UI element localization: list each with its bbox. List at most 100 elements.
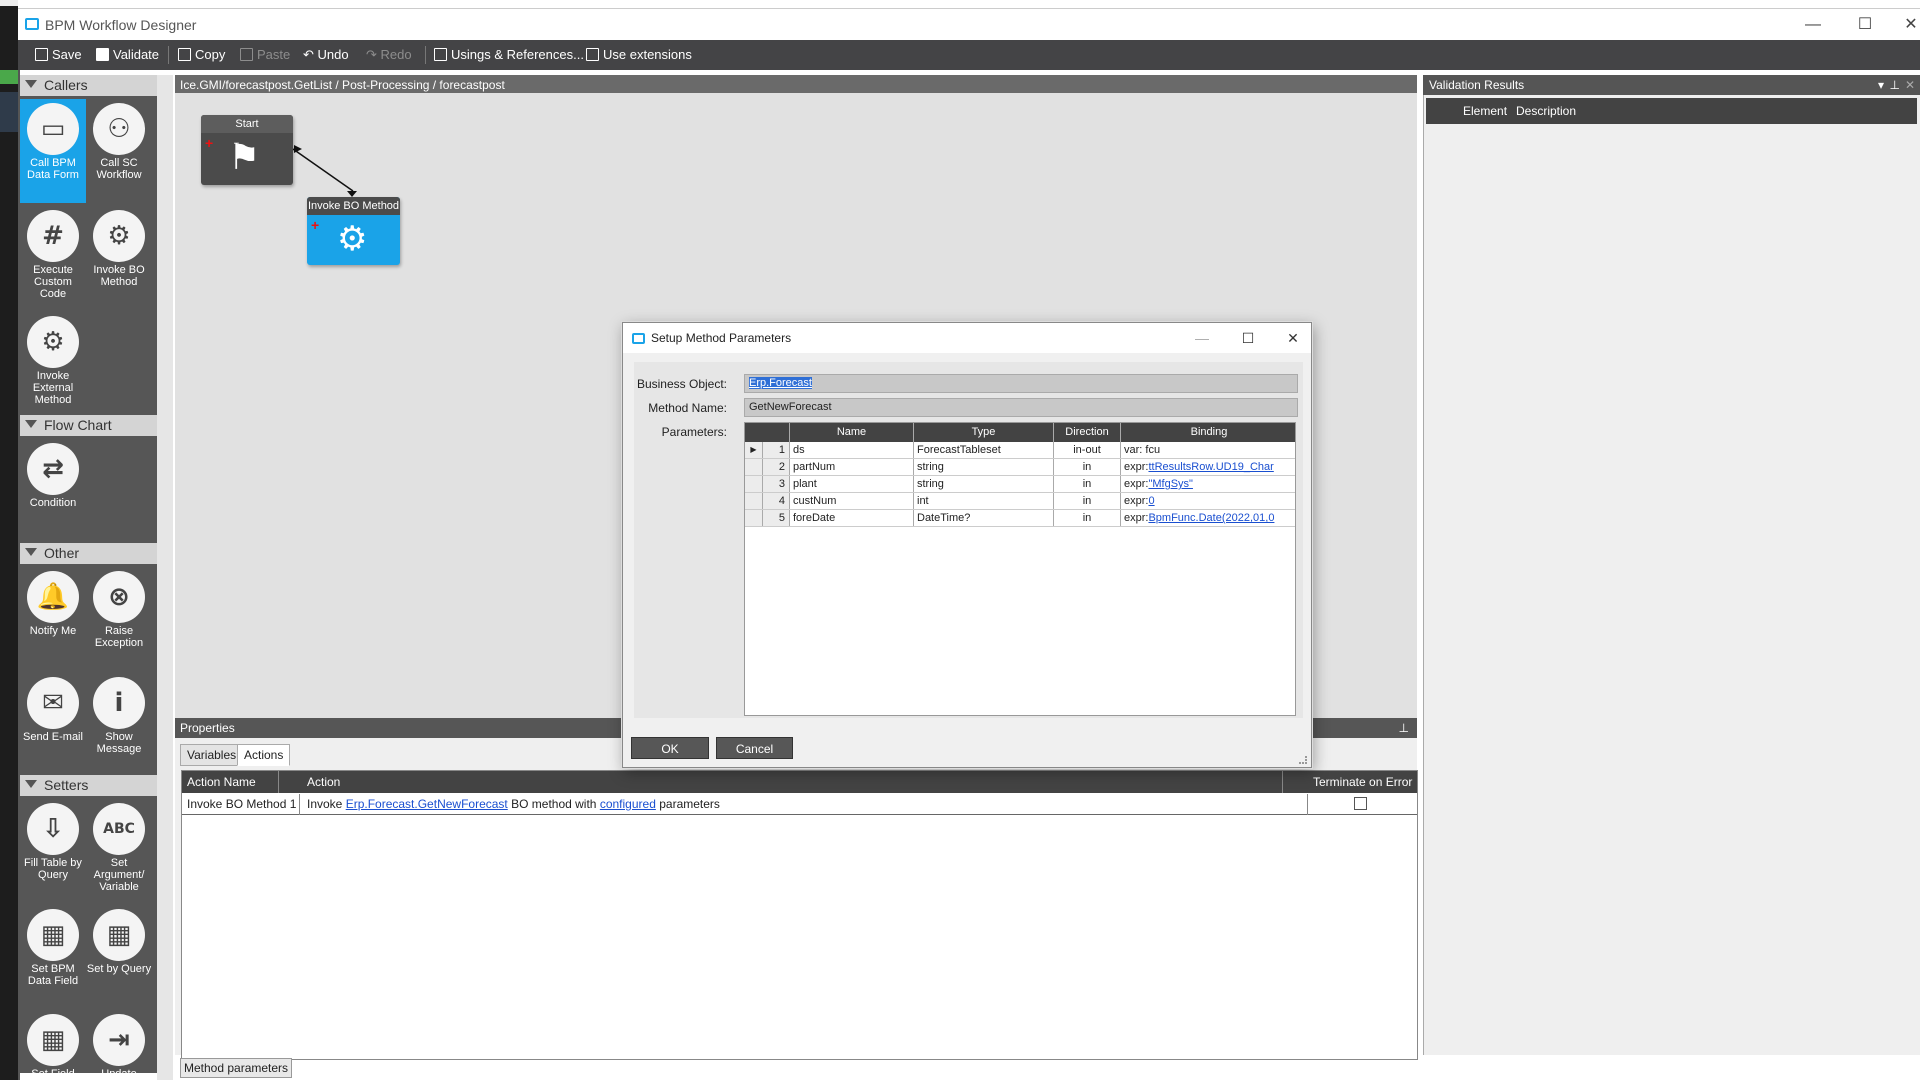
close-icon[interactable]: ✕ xyxy=(1905,75,1915,95)
column-element[interactable]: Element xyxy=(1463,98,1507,124)
dropdown-icon[interactable]: ▾ xyxy=(1878,75,1884,95)
tool-invoke-external-method[interactable]: ⚙ Invoke External Method xyxy=(20,312,86,406)
business-object-field[interactable]: Erp.Forecast xyxy=(744,374,1298,393)
param-name: ds xyxy=(790,442,914,458)
dialog-minimize-button[interactable]: — xyxy=(1191,328,1213,348)
param-binding[interactable]: var: fcu xyxy=(1121,442,1297,458)
close-button[interactable]: ✕ xyxy=(1896,15,1920,35)
resize-grip-icon[interactable] xyxy=(1299,756,1307,764)
validate-button[interactable]: Validate xyxy=(96,47,159,62)
tool-send-email[interactable]: ✉ Send E-mail xyxy=(20,673,86,743)
param-binding[interactable]: expr:BpmFunc.Date(2022,01,0 xyxy=(1121,510,1297,526)
column-divider xyxy=(1282,771,1283,793)
save-button[interactable]: Save xyxy=(35,47,82,62)
category-callers[interactable]: Callers xyxy=(20,75,157,96)
minimize-button[interactable]: — xyxy=(1798,15,1828,35)
param-binding[interactable]: expr:ttResultsRow.UD19_Char xyxy=(1121,459,1297,475)
row-selector[interactable] xyxy=(745,510,763,526)
pin-icon[interactable]: ⊥ xyxy=(1399,718,1409,738)
redo-button[interactable]: ↷ Redo xyxy=(366,47,412,63)
binding-link[interactable]: 0 xyxy=(1148,495,1154,507)
cancel-button[interactable]: Cancel xyxy=(716,737,793,759)
use-extensions-button[interactable]: Use extensions xyxy=(586,47,692,62)
method-link[interactable]: Erp.Forecast.GetNewForecast xyxy=(346,797,508,811)
tool-show-message[interactable]: i Show Message xyxy=(86,673,152,755)
tool-set-bpm-data-field[interactable]: ▦ Set BPM Data Field xyxy=(20,905,86,987)
row-selector[interactable] xyxy=(745,459,763,475)
row-selector[interactable] xyxy=(745,493,763,509)
tool-update[interactable]: ⇥ Update xyxy=(86,1010,152,1080)
column-action[interactable]: Action xyxy=(307,771,340,793)
column-name[interactable]: Name xyxy=(790,423,914,442)
tool-call-bpm-data-form[interactable]: ▭ Call BPM Data Form xyxy=(20,99,86,203)
column-direction[interactable]: Direction xyxy=(1054,423,1121,442)
column-terminate-on-error[interactable]: Terminate on Error xyxy=(1313,771,1412,793)
param-row[interactable]: 2 partNum string in expr:ttResultsRow.UD19_C… xyxy=(745,459,1295,476)
binding-prefix: expr: xyxy=(1124,495,1149,507)
chevron-down-icon xyxy=(25,80,37,88)
method-parameters-tab[interactable]: Method parameters xyxy=(180,1058,292,1078)
tool-call-sc-workflow[interactable]: ⚇ Call SC Workflow xyxy=(86,99,152,181)
category-other-label: Other xyxy=(44,545,80,561)
maximize-button[interactable]: ☐ xyxy=(1850,15,1880,35)
param-row[interactable]: 3 plant string in expr:"MfgSys" xyxy=(745,476,1295,493)
dialog-maximize-button[interactable]: ☐ xyxy=(1237,328,1259,348)
invoke-bo-method-node[interactable]: Invoke BO Method + ⚙ xyxy=(307,197,400,265)
action-cell: Invoke Erp.Forecast.GetNewForecast BO me… xyxy=(307,794,720,814)
ok-button[interactable]: OK xyxy=(631,737,709,759)
tool-set-by-query[interactable]: ▦ Set by Query xyxy=(86,905,152,975)
copy-button[interactable]: Copy xyxy=(178,47,225,62)
green-marker xyxy=(0,70,18,84)
tool-set-field[interactable]: ▦ Set Field xyxy=(20,1010,86,1080)
actions-table-header: Action Name Action Terminate on Error xyxy=(182,771,1417,793)
table-row[interactable]: Invoke BO Method 1 Invoke Erp.Forecast.G… xyxy=(182,794,1417,815)
category-flow-chart[interactable]: Flow Chart xyxy=(20,415,157,436)
param-row[interactable]: ▶ 1 ds ForecastTableset in-out var: fcu xyxy=(745,442,1295,459)
param-row[interactable]: 4 custNum int in expr:0 xyxy=(745,493,1295,510)
tool-invoke-bo-method[interactable]: ⚙ Invoke BO Method xyxy=(86,206,152,288)
column-action-name[interactable]: Action Name xyxy=(187,771,256,793)
paste-button[interactable]: Paste xyxy=(240,47,290,62)
undo-button[interactable]: ↶ Undo xyxy=(303,47,349,63)
binding-link[interactable]: ttResultsRow.UD19_Char xyxy=(1148,461,1273,473)
param-direction: in xyxy=(1054,459,1121,475)
dialog-close-button[interactable]: ✕ xyxy=(1282,328,1304,348)
category-other[interactable]: Other xyxy=(20,543,157,564)
tab-actions[interactable]: Actions xyxy=(237,744,291,766)
param-direction: in xyxy=(1054,493,1121,509)
binding-prefix: var: fcu xyxy=(1124,444,1161,456)
param-row[interactable]: 5 foreDate DateTime? in expr:BpmFunc.Date(20… xyxy=(745,510,1295,527)
method-name-field[interactable]: GetNewForecast xyxy=(744,398,1298,417)
tool-notify-me[interactable]: 🔔 Notify Me xyxy=(20,567,86,637)
param-binding[interactable]: expr:0 xyxy=(1121,493,1297,509)
tool-label: Fill Table by Query xyxy=(24,857,82,881)
configured-link[interactable]: configured xyxy=(600,797,656,811)
column-type[interactable]: Type xyxy=(914,423,1054,442)
binding-prefix: expr: xyxy=(1124,478,1149,490)
tab-variables[interactable]: Variables xyxy=(180,744,244,766)
tool-condition[interactable]: ⇄ Condition xyxy=(20,439,86,509)
binding-link[interactable]: "MfgSys" xyxy=(1148,478,1192,490)
undo-label: Undo xyxy=(317,47,349,62)
category-setters[interactable]: Setters xyxy=(20,775,157,796)
usings-references-button[interactable]: Usings & References... xyxy=(434,47,584,62)
tool-raise-exception[interactable]: ⊗ Raise Exception xyxy=(86,567,152,649)
tool-set-argument-variable[interactable]: ABC Set Argument/ Variable xyxy=(86,799,152,893)
tool-execute-custom-code[interactable]: # Execute Custom Code xyxy=(20,206,86,300)
tool-label: Execute Custom Code xyxy=(33,264,73,300)
row-selector[interactable]: ▶ xyxy=(745,442,763,458)
start-node[interactable]: Start + ⚑ xyxy=(201,115,293,185)
tool-fill-table-by-query[interactable]: ⇩ Fill Table by Query xyxy=(20,799,86,881)
validation-results-panel xyxy=(1423,75,1920,1055)
row-header-corner xyxy=(745,423,790,442)
redo-icon: ↷ xyxy=(366,47,381,62)
binding-link[interactable]: BpmFunc.Date(2022,01,0 xyxy=(1148,512,1274,524)
terminate-on-error-checkbox[interactable] xyxy=(1354,797,1367,810)
column-description[interactable]: Description xyxy=(1516,98,1576,124)
tool-label: Send E-mail xyxy=(23,731,83,743)
param-binding[interactable]: expr:"MfgSys" xyxy=(1121,476,1297,492)
row-selector[interactable] xyxy=(745,476,763,492)
pin-icon[interactable]: ⊥ xyxy=(1890,75,1900,95)
palette-scrollbar[interactable] xyxy=(157,75,173,1080)
column-binding[interactable]: Binding xyxy=(1121,423,1297,442)
